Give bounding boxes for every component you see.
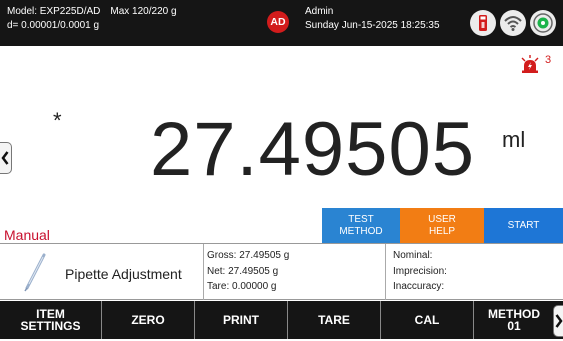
net-value: Net: 27.49505 g — [207, 265, 279, 277]
test-method-button[interactable]: TEST METHOD — [322, 208, 400, 243]
imprecision-value: Imprecision: — [393, 265, 447, 277]
user-info: Admin Sunday Jun-15-2025 18:25:35 — [305, 5, 440, 32]
pipette-icon — [22, 252, 48, 297]
method-label: METHOD 01 — [488, 307, 540, 333]
nominal-value: Nominal: — [393, 250, 433, 261]
print-button[interactable]: PRINT — [195, 301, 287, 339]
gross-value: Gross: 27.49505 g — [207, 250, 290, 261]
test-method-label: TEST METHOD — [339, 213, 383, 237]
usb-drive-icon[interactable] — [470, 10, 496, 36]
alarm-icon[interactable] — [520, 55, 540, 78]
tare-value: Tare: 0.00000 g — [207, 281, 277, 292]
status-header: Model: EXP225D/AD Max 120/220 g d= 0.0000… — [0, 0, 563, 46]
alarm-count: 3 — [545, 54, 552, 66]
zero-label: ZERO — [131, 313, 165, 327]
zero-button[interactable]: ZERO — [102, 301, 194, 339]
print-label: PRINT — [223, 313, 259, 327]
chevron-right-icon — [555, 314, 563, 328]
tare-label: TARE — [318, 313, 350, 327]
wifi-icon[interactable] — [500, 10, 526, 36]
weight-values: Gross: 27.49505 g Net: 27.49505 g Tare: … — [207, 248, 289, 295]
weight-display: 27.49505 — [150, 107, 475, 192]
cal-label: CAL — [414, 313, 440, 327]
method-name: Pipette Adjustment — [65, 266, 182, 282]
chevron-left-icon — [1, 151, 9, 165]
user-help-button[interactable]: USER HELP — [400, 208, 484, 243]
user-help-label: USER HELP — [428, 213, 456, 237]
mode-label: Manual — [4, 227, 50, 243]
method-button[interactable]: METHOD 01 — [474, 301, 554, 339]
inaccuracy-value: Inaccuracy: — [393, 281, 445, 292]
balance-info: Model: EXP225D/AD Max 120/220 g d= 0.0000… — [7, 5, 177, 32]
max-capacity-label: Max 120/220 g — [110, 6, 177, 17]
cal-button[interactable]: CAL — [381, 301, 473, 339]
date-time: Sunday Jun-15-2025 18:25:35 — [305, 19, 440, 31]
statistics-values: Nominal: Imprecision: Inaccuracy: — [393, 248, 447, 295]
level-bubble-icon[interactable] — [530, 10, 556, 36]
tare-button[interactable]: TARE — [288, 301, 380, 339]
item-settings-button[interactable]: ITEM SETTINGS — [0, 301, 101, 339]
resolution-label: d= 0.00001/0.0001 g — [7, 19, 100, 31]
results-panel: Pipette Adjustment Gross: 27.49505 g Net… — [0, 243, 563, 300]
right-drawer-tab[interactable] — [553, 305, 563, 337]
avatar[interactable]: AD — [267, 11, 289, 33]
bottom-toolbar: ITEM SETTINGS ZERO PRINT TARE CAL METHOD… — [0, 301, 563, 339]
start-label: START — [507, 219, 540, 231]
unit-label[interactable]: ml — [502, 127, 525, 153]
start-button[interactable]: START — [484, 208, 563, 243]
item-settings-label: ITEM SETTINGS — [20, 307, 81, 333]
model-label: Model: EXP225D/AD — [7, 6, 101, 17]
left-drawer-tab[interactable] — [0, 142, 12, 174]
stability-marker: * — [53, 108, 62, 133]
user-name: Admin — [305, 6, 334, 17]
